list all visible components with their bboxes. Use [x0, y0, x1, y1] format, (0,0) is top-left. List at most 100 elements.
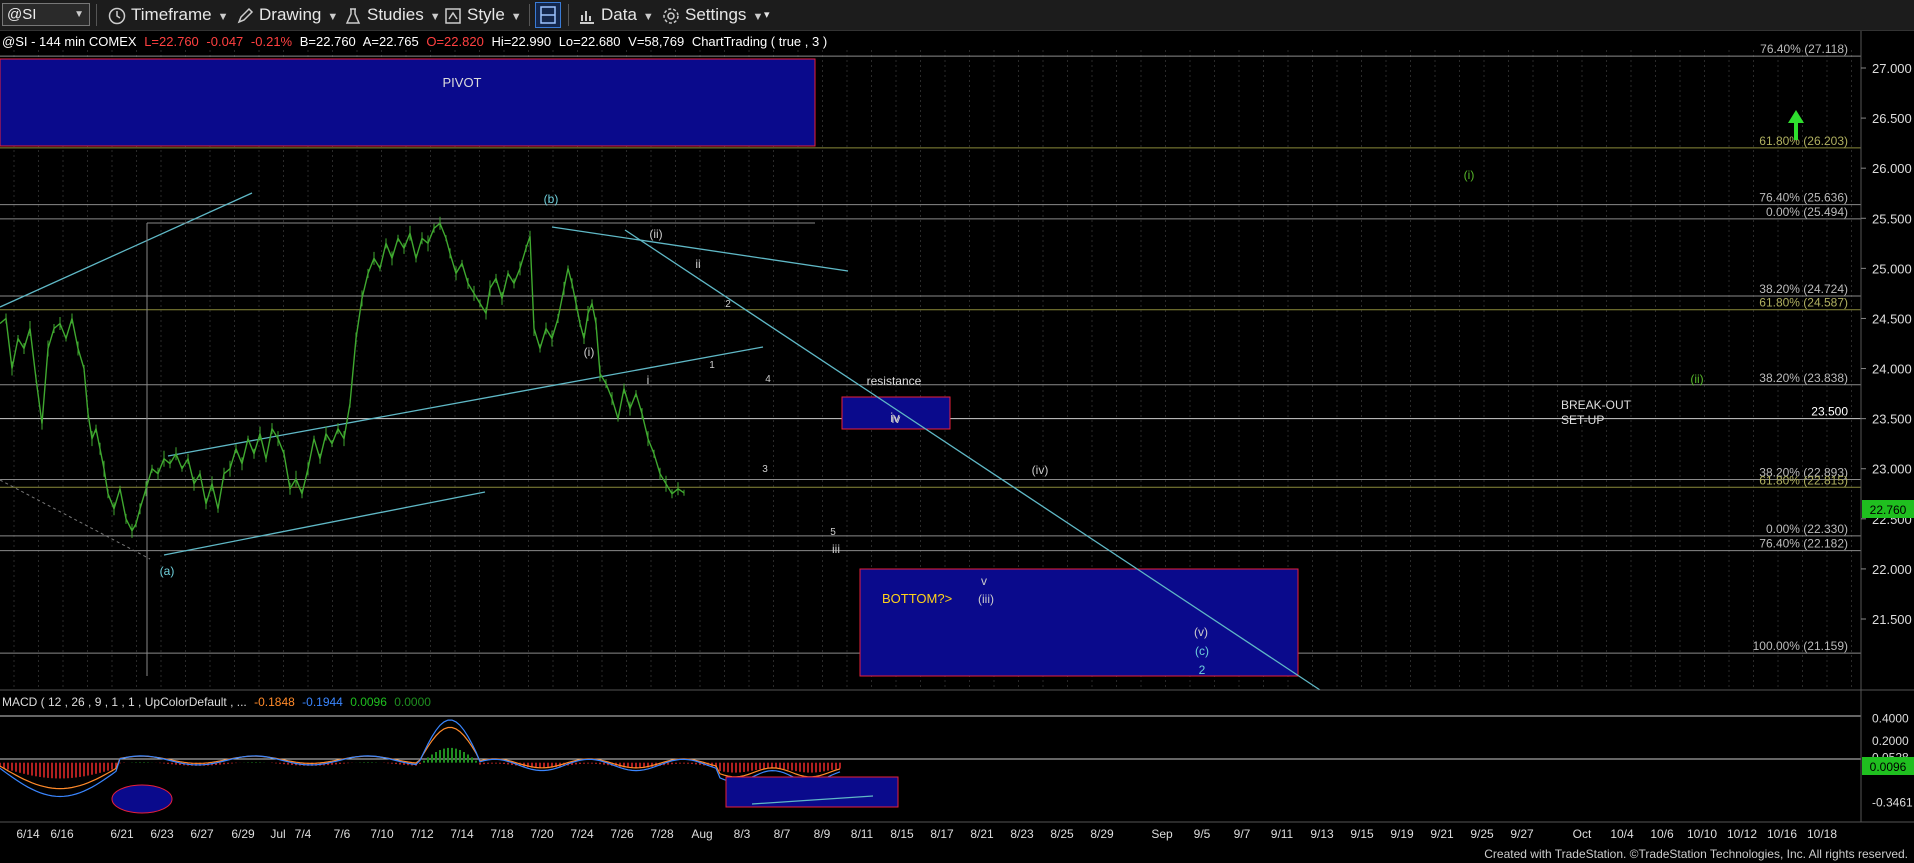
flask-icon	[345, 7, 361, 24]
time-tick-label: 7/12	[410, 827, 434, 841]
wave-label-1: 1	[709, 360, 715, 371]
layout-icon	[540, 6, 556, 24]
fib-label: 61.80% (26.203)	[1759, 134, 1848, 148]
macd-label: MACD ( 12 , 26 , 9 , 1 , 1 , UpColorDefa…	[2, 695, 247, 709]
price-change: -0.047	[206, 34, 243, 49]
wave-label-v-paren: (v)	[1194, 625, 1208, 639]
drawing-menu[interactable]: Drawing ▼	[236, 3, 338, 27]
chevron-down-icon: ▼	[217, 11, 229, 23]
time-tick-label: 8/3	[734, 827, 751, 841]
time-tick-label: 6/29	[231, 827, 255, 841]
fib-label: 23.500	[1811, 405, 1848, 419]
settings-label: Settings	[685, 5, 747, 24]
macd-value-4: 0.0000	[394, 695, 431, 709]
data-menu[interactable]: Data ▼	[578, 3, 654, 27]
wave-label-5: 5	[830, 527, 836, 538]
chevron-down-icon: ▼	[510, 11, 522, 23]
fib-label: 38.20% (23.838)	[1759, 371, 1848, 385]
setup-label: SET-UP	[1561, 413, 1604, 427]
wave-label-ii: ii	[695, 257, 700, 271]
price-chart[interactable]: @SI - 144 min COMEX L=22.760 -0.047 -0.2…	[0, 31, 1914, 847]
chevron-down-icon: ▼	[429, 11, 441, 23]
chart-header: @SI - 144 min COMEX L=22.760 -0.047 -0.2…	[2, 34, 827, 49]
time-tick-label: 7/28	[650, 827, 674, 841]
price-tick-label: 23.500	[1872, 412, 1912, 427]
wave-label-4: 4	[765, 374, 771, 385]
wave-label-iii-paren: (iii)	[978, 592, 994, 606]
high-price: Hi=22.990	[491, 34, 551, 49]
wave-label-a: (a)	[160, 564, 175, 578]
wave-label-3: 3	[762, 464, 768, 475]
time-tick-label: 10/6	[1650, 827, 1674, 841]
time-tick-label: 6/14	[16, 827, 40, 841]
symbol-input[interactable]: @SI ▼	[2, 3, 90, 26]
macd-tick-label: -0.3461	[1872, 796, 1913, 810]
style-icon	[445, 7, 461, 24]
time-tick-label: 9/21	[1430, 827, 1454, 841]
time-tick-label: 9/15	[1350, 827, 1374, 841]
time-tick-label: Sep	[1151, 827, 1173, 841]
toolbar-overflow-button[interactable]: ▾	[764, 3, 770, 27]
toolbar-divider	[96, 4, 97, 26]
style-menu[interactable]: Style ▼	[444, 3, 522, 27]
time-tick-label: 7/18	[490, 827, 514, 841]
time-tick-label: 8/7	[774, 827, 791, 841]
fib-label: 100.00% (21.159)	[1753, 639, 1848, 653]
data-label: Data	[601, 5, 637, 24]
price-tick-label: 21.500	[1872, 612, 1912, 627]
wave-label-iii: iii	[832, 542, 840, 556]
wave-label-v: v	[981, 574, 987, 588]
settings-menu[interactable]: Settings ▼	[662, 3, 763, 27]
wave-label-b: (b)	[544, 192, 559, 206]
price-tick-label: 27.000	[1872, 61, 1912, 76]
timeframe-menu[interactable]: Timeframe ▼	[108, 3, 229, 27]
time-tick-label: 8/17	[930, 827, 954, 841]
time-tick-label: 6/23	[150, 827, 174, 841]
time-tick-label: 10/18	[1807, 827, 1837, 841]
time-tick-label: Oct	[1573, 827, 1592, 841]
drawing-label: Drawing	[259, 5, 322, 24]
time-tick-label: 10/10	[1687, 827, 1717, 841]
price-tick-label: 24.000	[1872, 362, 1912, 377]
layout-toggle-button[interactable]	[535, 2, 561, 28]
gear-icon	[663, 7, 679, 24]
fib-label: 76.40% (27.118)	[1760, 42, 1848, 56]
price-tick-label: 26.000	[1872, 161, 1912, 176]
macd-header: MACD ( 12 , 26 , 9 , 1 , 1 , UpColorDefa…	[2, 695, 431, 709]
chart-background	[0, 31, 1914, 847]
bottom-target-box[interactable]	[859, 568, 1299, 677]
style-label: Style	[467, 5, 505, 24]
price-tick-label: 22.000	[1872, 562, 1912, 577]
pivot-label: PIVOT	[442, 75, 481, 90]
last-price-tag: 22.760	[1862, 500, 1914, 518]
time-tick-label: 10/12	[1727, 827, 1757, 841]
studies-menu[interactable]: Studies ▼	[344, 3, 441, 27]
wave-label-iv-paren: (iv)	[1032, 463, 1049, 477]
time-tick-label: 8/15	[890, 827, 914, 841]
chevron-down-icon: ▼	[327, 11, 339, 23]
footer-copyright: Created with TradeStation. ©TradeStation…	[1484, 847, 1908, 861]
price-tick-label: 24.500	[1872, 311, 1912, 326]
wave-label-i-green: (i)	[1464, 168, 1475, 182]
pivot-box[interactable]	[0, 58, 816, 147]
fib-label: 76.40% (22.182)	[1759, 537, 1848, 551]
bar-chart-icon	[580, 10, 594, 24]
wave-label-iv: iv	[892, 412, 901, 426]
time-tick-label: 7/20	[530, 827, 554, 841]
chevron-down-icon[interactable]: ▼	[74, 4, 84, 25]
fib-label: 61.80% (24.587)	[1759, 296, 1848, 310]
fib-label: 0.00% (22.330)	[1766, 522, 1848, 536]
pencil-icon	[237, 7, 254, 23]
last-price: L=22.760	[144, 34, 199, 49]
toolbar-divider	[529, 4, 530, 26]
wave-label-2: 2	[725, 299, 731, 310]
macd-value-tag: 0.0096	[1862, 757, 1914, 775]
price-change-pct: -0.21%	[251, 34, 293, 49]
toolbar-divider	[568, 4, 569, 26]
wave-label-i: i	[647, 373, 650, 387]
fib-label: 0.00% (25.494)	[1766, 205, 1848, 219]
price-tick-label: 26.500	[1872, 111, 1912, 126]
macd-tick-label: 0.4000	[1872, 712, 1909, 726]
symbol-info: @SI - 144 min COMEX	[2, 34, 137, 49]
open-price: O=22.820	[426, 34, 483, 49]
